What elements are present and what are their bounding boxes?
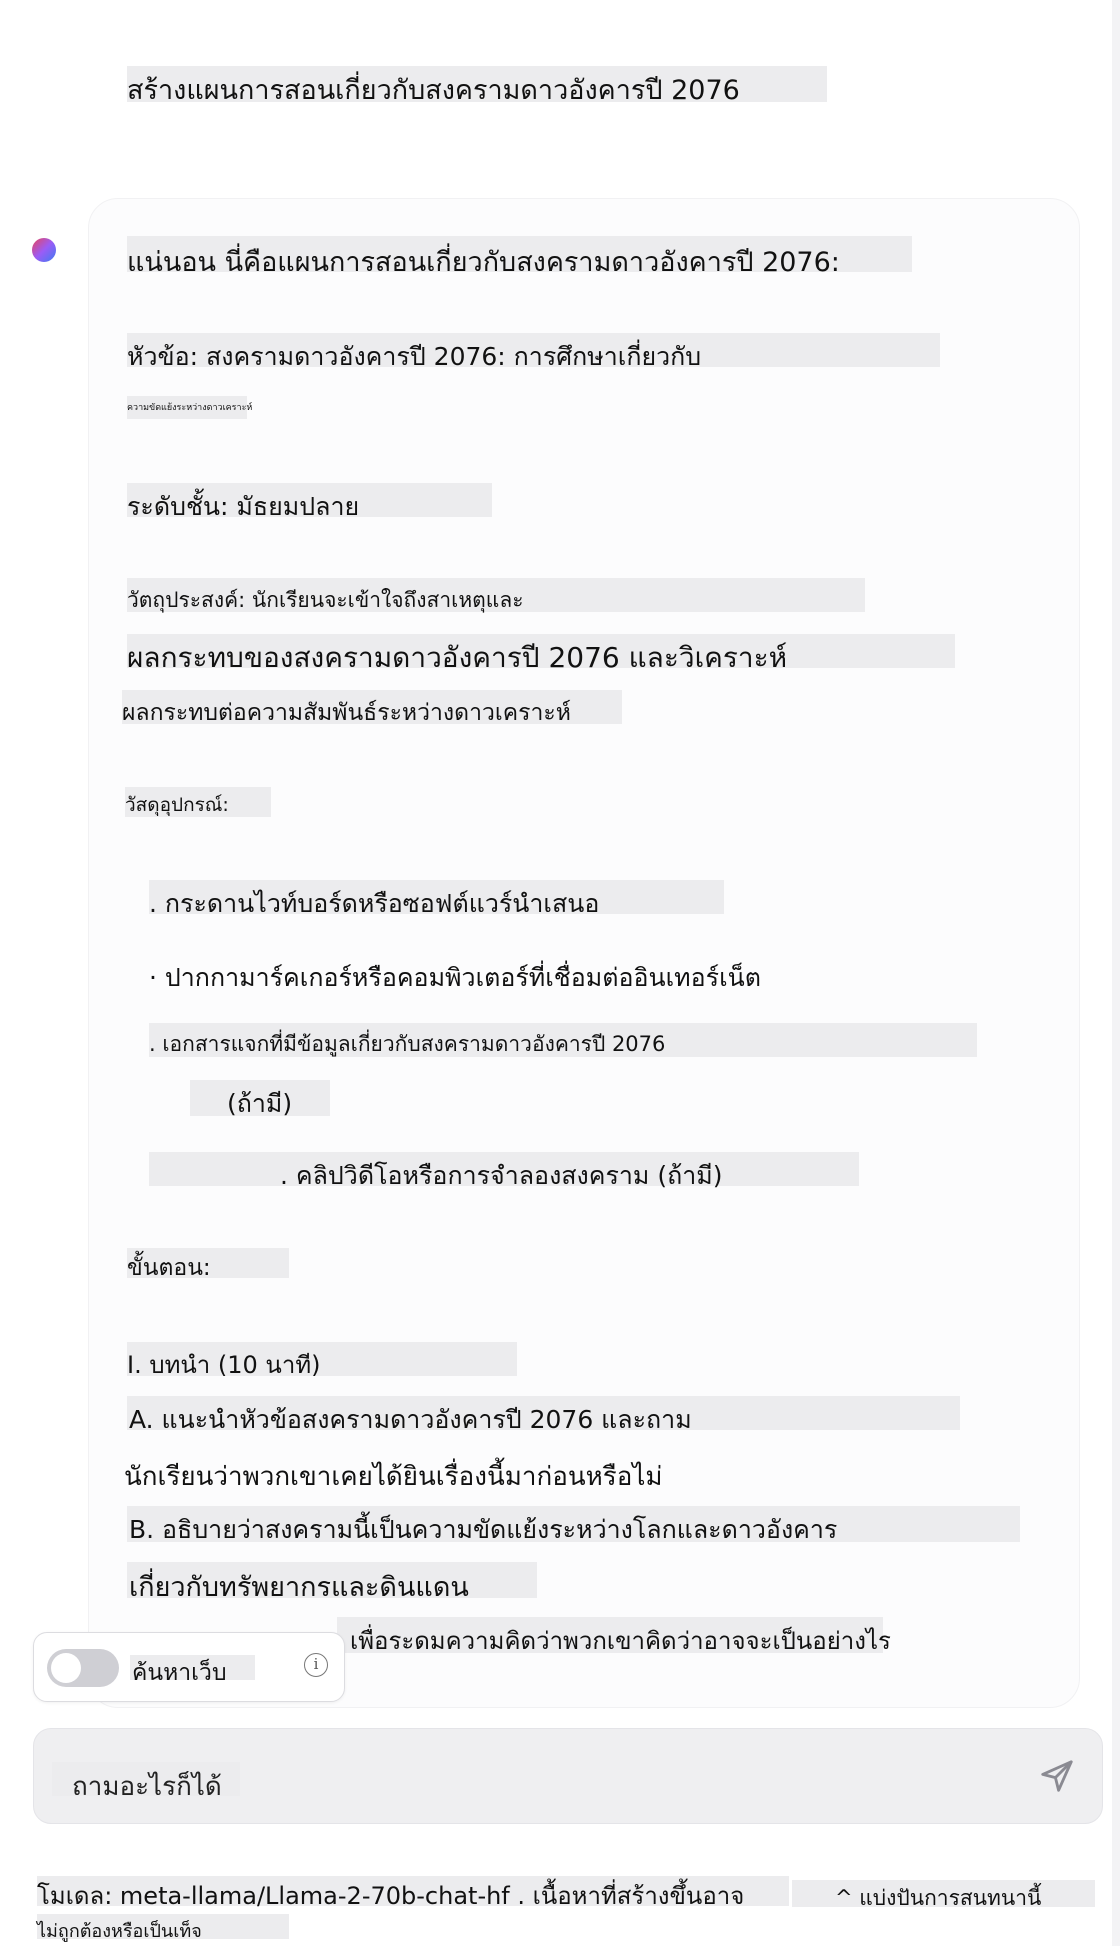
assistant-intro: แน่นอน นี่คือแผนการสอนเกี่ยวกับสงครามดาว… [127,247,840,278]
grade-level: ระดับชั้น: มัธยมปลาย [127,492,360,521]
send-icon[interactable] [1038,1757,1076,1795]
topic-line: ความขัดแย้งระหว่างดาวเคราะห์ [127,403,253,413]
step-item: I. บทนำ (10 นาที) [127,1351,321,1379]
message-composer[interactable]: ถามอะไรก็ได้ [33,1728,1103,1824]
web-search-toggle-card: ค้นหาเว็บ i [33,1632,345,1702]
scrollbar[interactable] [1112,0,1120,1946]
user-message: สร้างแผนการสอนเกี่ยวกับสงครามดาวอังคารปี… [127,75,740,106]
web-search-label: ค้นหาเว็บ [132,1660,227,1686]
material-item: . กระดานไวท์บอร์ดหรือซอฟต์แวร์นำเสนอ [149,889,600,918]
materials-heading: วัสดุอุปกรณ์: [125,794,229,816]
material-item: . เอกสารแจกที่มีข้อมูลเกี่ยวกับสงครามดาว… [149,1032,666,1056]
step-item: เพื่อระดมความคิดว่าพวกเขาคิดว่าอาจจะเป็น… [350,1627,891,1655]
web-search-toggle[interactable] [47,1649,119,1687]
material-item: · ปากกามาร์คเกอร์หรือคอมพิวเตอร์ที่เชื่อ… [149,963,761,992]
step-item: A. แนะนำหัวข้อสงครามดาวอังคารปี 2076 และ… [129,1405,692,1434]
share-conversation-link[interactable]: ^ แบ่งปันการสนทนานี้ [835,1882,1041,1915]
topic-line: หัวข้อ: สงครามดาวอังคารปี 2076: การศึกษา… [127,342,702,371]
objective-line: ผลกระทบของสงครามดาวอังคารปี 2076 และวิเค… [127,641,788,674]
model-disclaimer: โมเดล: meta-llama/Llama-2-70b-chat-hf . … [37,1882,745,1910]
toggle-knob [51,1653,81,1683]
step-item: เกี่ยวกับทรัพยากรและดินแดน [129,1572,469,1603]
objective-line: ผลกระทบต่อความสัมพันธ์ระหว่างดาวเคราะห์ [122,700,571,726]
material-item: . คลิปวิดีโอหรือการจำลองสงคราม (ถ้ามี) [280,1161,723,1190]
objective-line: วัตถุประสงค์: นักเรียนจะเข้าใจถึงสาเหตุแ… [127,588,524,612]
step-item: นักเรียนว่าพวกเขาเคยได้ยินเรื่องนี้มาก่อ… [124,1462,663,1492]
steps-heading: ขั้นตอน: [127,1255,211,1281]
material-item: (ถ้ามี) [227,1089,293,1118]
assistant-avatar [32,238,56,262]
model-disclaimer: ไม่ถูกต้องหรือเป็นเท็จ [37,1921,202,1942]
step-item: B. อธิบายว่าสงครามนี้เป็นความขัดแย้งระหว… [129,1515,838,1544]
composer-placeholder[interactable]: ถามอะไรก็ได้ [72,1766,222,1807]
info-icon[interactable]: i [304,1653,328,1677]
